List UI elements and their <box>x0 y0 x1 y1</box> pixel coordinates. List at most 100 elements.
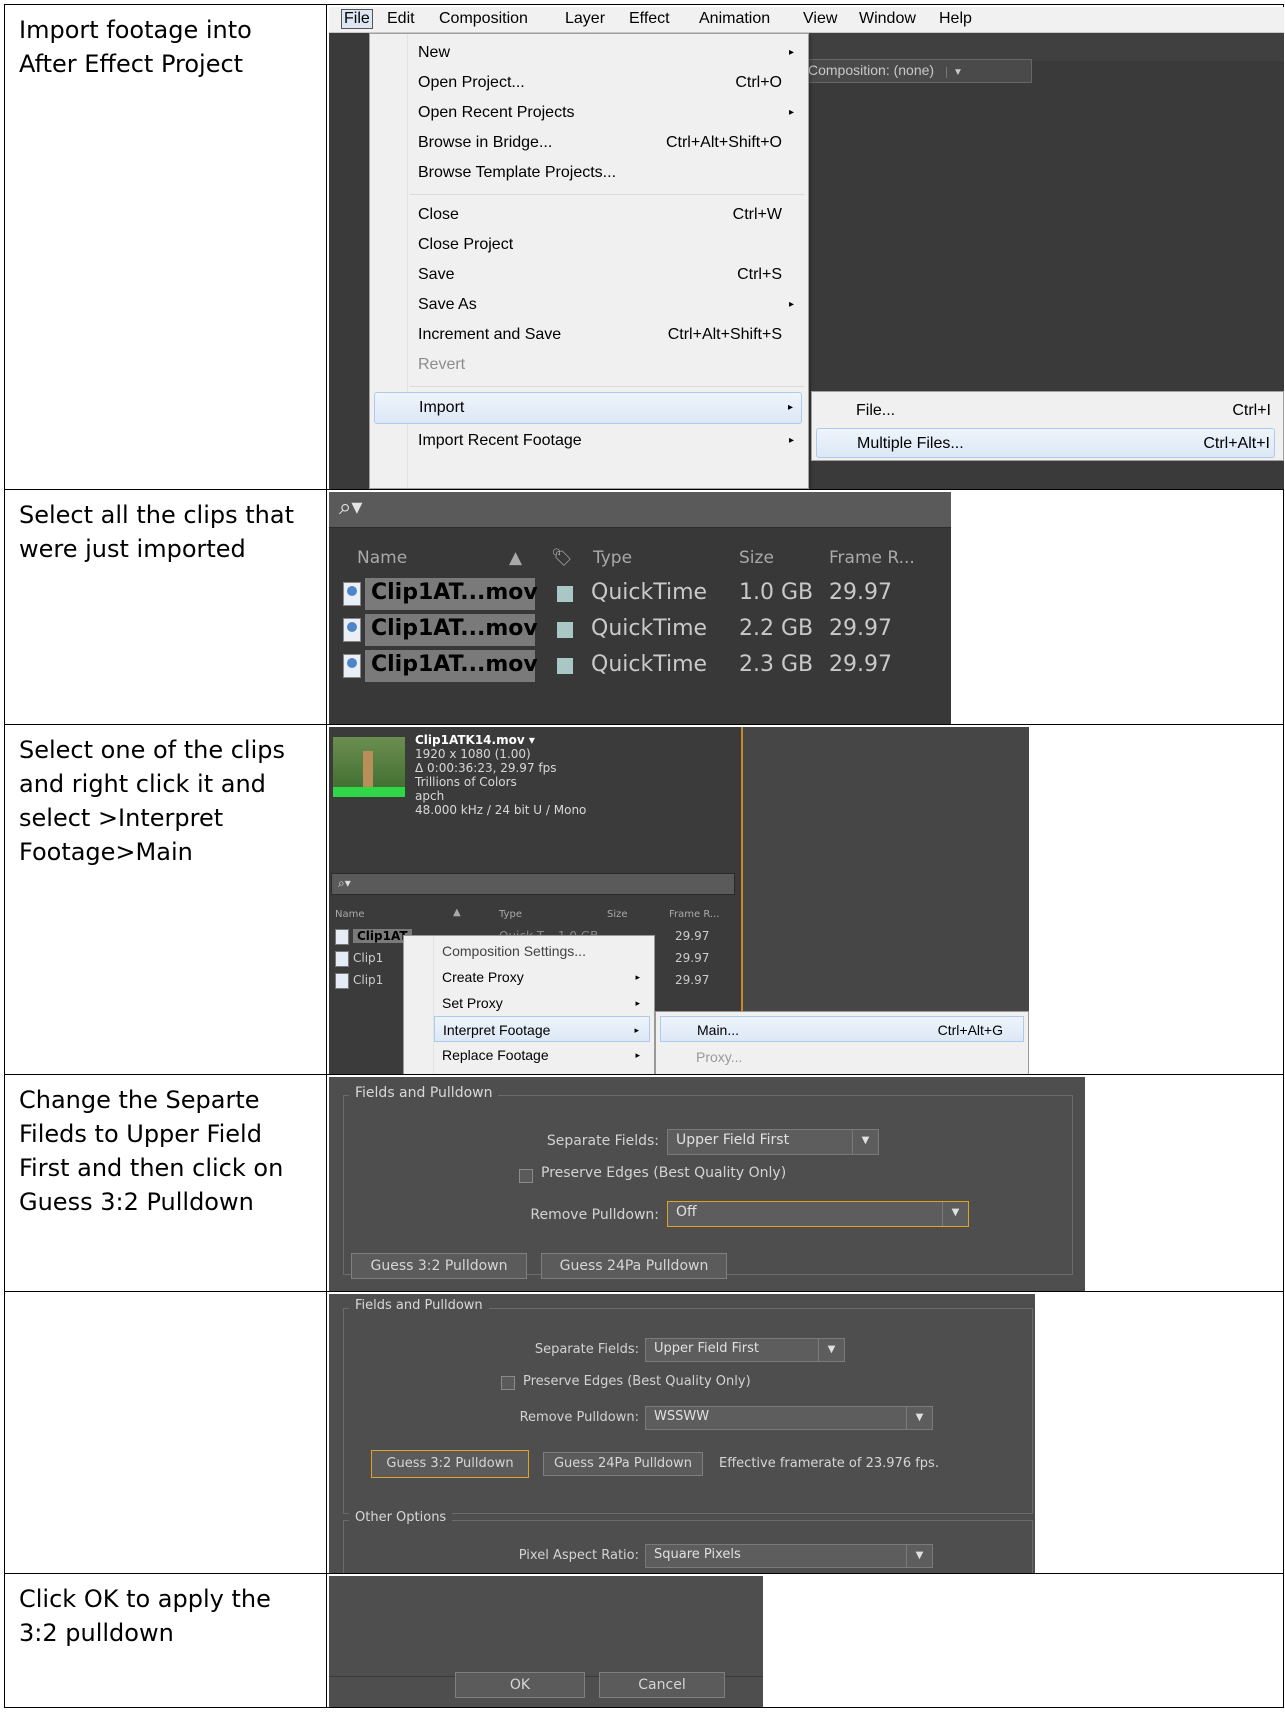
menu-view[interactable]: View <box>803 10 837 28</box>
table-row[interactable]: Clip1AT...mov QuickTime 2.2 GB 29.97 <box>329 612 951 648</box>
guess-3-2-pulldown-button[interactable]: Guess 3:2 Pulldown <box>351 1253 527 1279</box>
column-type[interactable]: Type <box>593 548 632 568</box>
step-1-screenshot: File Edit Composition Layer Effect Anima… <box>326 4 1284 490</box>
menu-file[interactable]: File <box>341 9 373 29</box>
guess-3-2-pulldown-button[interactable]: Guess 3:2 Pulldown <box>371 1450 529 1478</box>
submenu-arrow-icon: ▸ <box>635 1050 640 1060</box>
submenu-arrow-icon: ▸ <box>787 402 793 413</box>
menu-item-save[interactable]: Save Ctrl+S <box>410 260 802 290</box>
menu-item-import-file[interactable]: File... Ctrl+I <box>848 396 1275 426</box>
submenu-arrow-icon: ▸ <box>788 47 794 58</box>
column-size[interactable]: Size <box>607 909 628 920</box>
menu-window[interactable]: Window <box>859 10 916 28</box>
guess-24pa-pulldown-button[interactable]: Guess 24Pa Pulldown <box>541 1253 727 1279</box>
clip-name: Clip1AT...mov <box>365 614 538 646</box>
column-name[interactable]: Name <box>357 548 407 568</box>
search-input[interactable]: ⌕▾ <box>329 492 951 528</box>
menu-separator <box>410 194 804 195</box>
menu-item-label: Import <box>419 399 465 416</box>
column-frame-rate[interactable]: Frame R... <box>669 909 719 920</box>
menu-item-new[interactable]: New ▸ <box>410 38 802 68</box>
remove-pulldown-select[interactable]: Off ▼ <box>667 1201 969 1227</box>
menu-item-label: Proxy... <box>696 1049 743 1065</box>
menu-item-set-proxy[interactable]: Set Proxy ▸ <box>434 990 650 1016</box>
menu-item-save-as[interactable]: Save As ▸ <box>410 290 802 320</box>
menu-item-shortcut: Ctrl+S <box>737 266 782 283</box>
menu-bar: File Edit Composition Layer Effect Anima… <box>329 7 1284 33</box>
ae-window: File Edit Composition Layer Effect Anima… <box>329 7 1284 489</box>
menu-item-increment-and-save[interactable]: Increment and Save Ctrl+Alt+Shift+S <box>410 320 802 350</box>
menu-edit[interactable]: Edit <box>387 10 415 28</box>
step-3-text: Select one of the clips and right click … <box>4 724 327 1075</box>
menu-item-open-recent-projects[interactable]: Open Recent Projects ▸ <box>410 98 802 128</box>
table-row[interactable]: Clip1AT...mov QuickTime 2.3 GB 29.97 <box>329 648 951 684</box>
menu-item-label: Main... <box>697 1022 740 1038</box>
interpret-dialog-before: Fields and Pulldown Separate Fields: Upp… <box>329 1077 1085 1291</box>
menu-item-interpret-footage[interactable]: Interpret Footage ▸ <box>434 1016 650 1042</box>
pixel-aspect-ratio-select[interactable]: Square Pixels ▼ <box>645 1544 933 1568</box>
clip-info-resolution: 1920 x 1080 (1.00) <box>415 747 531 761</box>
menu-effect[interactable]: Effect <box>629 10 670 28</box>
menu-help[interactable]: Help <box>939 10 972 28</box>
ok-button[interactable]: OK <box>455 1672 585 1698</box>
column-frame-rate[interactable]: Frame R... <box>829 548 915 568</box>
composition-tab-label: Composition: (none) <box>808 62 935 78</box>
menu-item-interpret-main[interactable]: Main... Ctrl+Alt+G <box>660 1016 1024 1042</box>
menu-item-close[interactable]: Close Ctrl+W <box>410 200 802 230</box>
guess-24pa-pulldown-button[interactable]: Guess 24Pa Pulldown <box>543 1452 703 1476</box>
preserve-edges-checkbox[interactable] <box>519 1169 533 1183</box>
menu-item-browse-in-bridge[interactable]: Browse in Bridge... Ctrl+Alt+Shift+O <box>410 128 802 158</box>
column-name[interactable]: Name <box>335 909 365 920</box>
step-6-screenshot: OK Cancel <box>326 1573 1284 1708</box>
column-size[interactable]: Size <box>739 548 774 568</box>
preserve-edges-label: Preserve Edges (Best Quality Only) <box>541 1165 787 1181</box>
menu-item-label: Close Project <box>418 236 514 253</box>
composition-tab[interactable]: Composition: (none) ▼ <box>799 59 1032 83</box>
chevron-down-icon[interactable]: ▼ <box>945 67 963 78</box>
menu-item-composition-settings[interactable]: Composition Settings... <box>434 938 650 964</box>
remove-pulldown-select[interactable]: WSSWW ▼ <box>645 1406 933 1430</box>
step-5-text <box>4 1291 327 1574</box>
clip-info-name: Clip1ATK14.mov ▾ <box>415 733 535 747</box>
clip-type: QuickTime <box>591 580 708 605</box>
pixel-aspect-ratio-label: Pixel Aspect Ratio: <box>518 1548 639 1563</box>
context-menu: Composition Settings... Create Proxy ▸ Se… <box>403 935 655 1074</box>
menu-item-import-multiple-files[interactable]: Multiple Files... Ctrl+Alt+I <box>816 428 1275 458</box>
preserve-edges-checkbox[interactable] <box>501 1376 515 1390</box>
clip-type: QuickTime <box>591 616 708 641</box>
separate-fields-label: Separate Fields: <box>534 1342 639 1357</box>
menu-animation[interactable]: Animation <box>699 10 770 28</box>
search-icon: ⌕▾ <box>339 495 363 520</box>
menu-composition[interactable]: Composition <box>439 10 528 28</box>
menu-item-create-proxy[interactable]: Create Proxy ▸ <box>434 964 650 990</box>
clip-info-audio: 48.000 kHz / 24 bit U / Mono <box>415 803 587 817</box>
dialog-buttons: OK Cancel <box>329 1576 763 1707</box>
step-2-screenshot: ⌕▾ Name ▲ 🏷 Type Size Frame R... Clip1AT… <box>326 489 1284 725</box>
toolbar <box>789 33 1284 61</box>
menu-item-import[interactable]: Import ▸ <box>374 392 802 424</box>
quicktime-file-icon <box>335 973 349 989</box>
menu-item-label: Multiple Files... <box>857 435 964 452</box>
menu-item-import-recent-footage[interactable]: Import Recent Footage ▸ <box>410 426 802 456</box>
table-row[interactable]: Clip1AT...mov QuickTime 1.0 GB 29.97 <box>329 576 951 612</box>
column-type[interactable]: Type <box>499 909 522 920</box>
menu-item-browse-template-projects[interactable]: Browse Template Projects... <box>410 158 802 188</box>
separate-fields-select[interactable]: Upper Field First ▼ <box>667 1129 879 1155</box>
pixel-aspect-ratio-value: Square Pixels <box>654 1547 741 1562</box>
import-submenu: File... Ctrl+I Multiple Files... Ctrl+Alt+… <box>811 391 1284 461</box>
separate-fields-select[interactable]: Upper Field First ▼ <box>645 1338 845 1362</box>
remove-pulldown-value: Off <box>676 1204 697 1220</box>
clip-fps: 29.97 <box>829 580 892 605</box>
menu-layer[interactable]: Layer <box>565 10 605 28</box>
clip-info: Clip1ATK14.mov ▾ 1920 x 1080 (1.00) Δ 0:… <box>415 733 586 817</box>
cancel-button[interactable]: Cancel <box>599 1672 725 1698</box>
submenu-arrow-icon: ▸ <box>635 998 640 1008</box>
search-input[interactable]: ⌕▾ <box>331 873 735 895</box>
clip-name: Clip1AT...mov <box>365 578 538 610</box>
chevron-down-icon: ▼ <box>942 1202 968 1226</box>
submenu-arrow-icon: ▸ <box>635 972 640 982</box>
project-panel-context: Clip1ATK14.mov ▾ 1920 x 1080 (1.00) Δ 0:… <box>329 727 1029 1074</box>
menu-item-replace-footage[interactable]: Replace Footage ▸ <box>434 1042 650 1068</box>
menu-item-open-project[interactable]: Open Project... Ctrl+O <box>410 68 802 98</box>
menu-item-close-project[interactable]: Close Project <box>410 230 802 260</box>
